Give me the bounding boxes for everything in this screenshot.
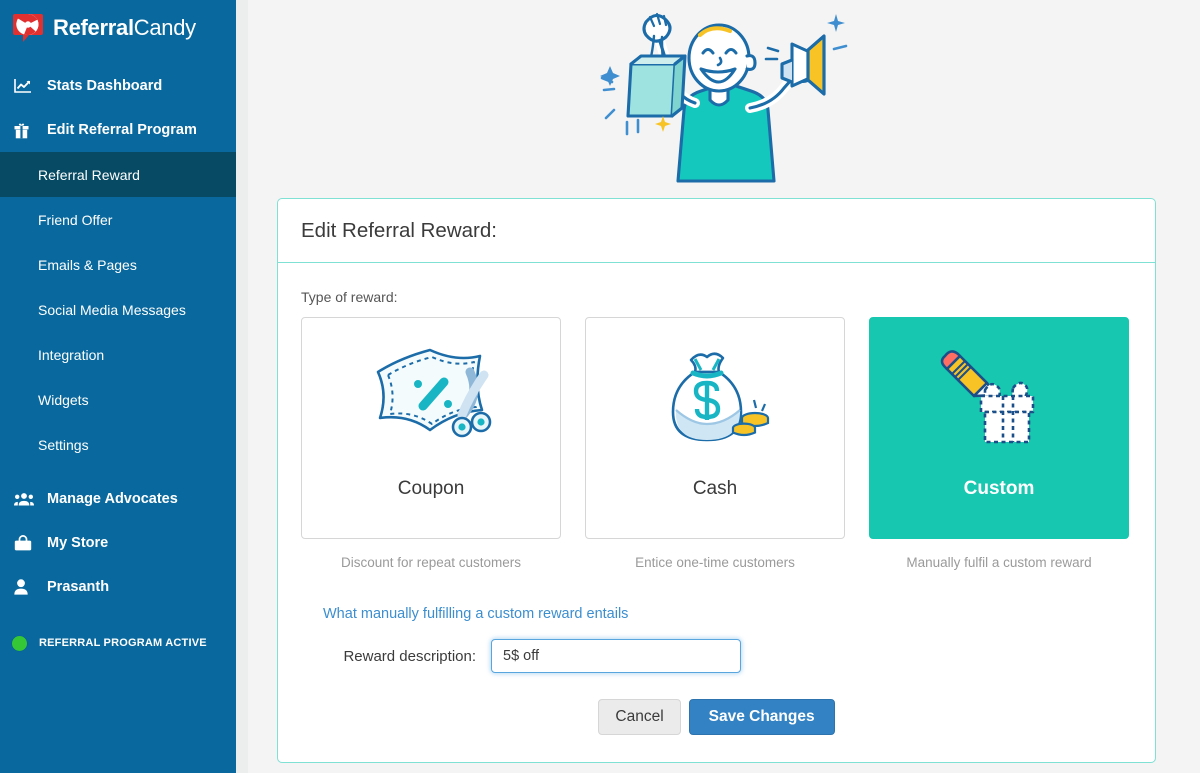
sidebar-subitem-label: Social Media Messages <box>38 301 186 318</box>
candy-pinwheel-speech-bubble-icon <box>13 11 47 45</box>
cancel-button[interactable]: Cancel <box>598 699 681 735</box>
reward-option-custom[interactable]: Custom <box>869 317 1129 539</box>
user-icon <box>14 578 38 596</box>
sidebar-subitem-label: Referral Reward <box>38 166 140 183</box>
status-dot-icon <box>12 635 27 651</box>
sidebar-item-settings[interactable]: Settings <box>0 422 236 467</box>
brand-name-light: Candy <box>133 15 196 40</box>
coupon-scissors-icon <box>366 318 496 478</box>
sidebar-item-label: Manage Advocates <box>47 491 178 507</box>
app-root: ReferralCandy Stats Dashboard Edit Refer… <box>0 0 1200 773</box>
sidebar-subitem-label: Emails & Pages <box>38 256 137 273</box>
gift-icon <box>14 121 38 139</box>
sidebar-item-emails-pages[interactable]: Emails & Pages <box>0 242 236 287</box>
reward-option-caption: Manually fulfil a custom reward <box>906 555 1092 570</box>
reward-option-coupon[interactable]: Coupon <box>301 317 561 539</box>
reward-option-name: Cash <box>692 478 738 499</box>
sidebar-subitem-label: Settings <box>38 436 89 453</box>
sidebar-item-label: Edit Referral Program <box>47 122 197 138</box>
sidebar-item-my-store[interactable]: My Store <box>0 521 236 565</box>
reward-option-custom-column: Custom Manually fulfil a custom reward <box>869 317 1129 570</box>
main-content: Edit Referral Reward: Type of reward: Co… <box>248 0 1200 773</box>
brand-logo[interactable]: ReferralCandy <box>0 0 236 56</box>
sidebar-item-referral-reward[interactable]: Referral Reward <box>0 152 236 197</box>
save-changes-button[interactable]: Save Changes <box>688 699 835 735</box>
sidebar-item-integration[interactable]: Integration <box>0 332 236 377</box>
reward-option-cash[interactable]: Cash <box>585 317 845 539</box>
reward-option-caption: Discount for repeat customers <box>340 555 522 570</box>
money-bag-coins-icon <box>655 318 775 478</box>
status-badge: REFERRAL PROGRAM ACTIVE <box>0 623 236 663</box>
brand-name: ReferralCandy <box>53 15 196 41</box>
page-title: Edit Referral Reward: <box>301 218 497 242</box>
store-bag-icon <box>14 534 38 552</box>
reward-option-name: Coupon <box>397 478 465 499</box>
sidebar-subitem-label: Widgets <box>38 391 89 408</box>
brand-name-bold: Referral <box>53 15 134 40</box>
reward-description-label: Reward description: <box>343 647 476 665</box>
panel-body: Type of reward: Coupon Discount for repe… <box>278 263 1155 735</box>
pencil-gift-box-icon <box>939 318 1059 478</box>
users-group-icon <box>14 490 38 508</box>
reward-option-coupon-column: Coupon Discount for repeat customers <box>301 317 561 570</box>
man-holding-shopping-bag-and-megaphone-illustration <box>574 6 874 184</box>
sidebar-item-social-media-messages[interactable]: Social Media Messages <box>0 287 236 332</box>
sidebar-item-label: Stats Dashboard <box>47 78 163 94</box>
hero-illustration-area <box>248 0 1200 190</box>
sidebar-item-widgets[interactable]: Widgets <box>0 377 236 422</box>
reward-description-input[interactable] <box>491 639 741 673</box>
status-badge-label: REFERRAL PROGRAM ACTIVE <box>39 637 207 649</box>
edit-referral-reward-panel: Edit Referral Reward: Type of reward: Co… <box>277 198 1156 763</box>
sidebar-scrollbar[interactable] <box>236 0 248 773</box>
reward-option-name: Custom <box>963 478 1035 499</box>
sidebar-item-manage-advocates[interactable]: Manage Advocates <box>0 477 236 521</box>
reward-description-row: Reward description: <box>301 639 1132 673</box>
sidebar: ReferralCandy Stats Dashboard Edit Refer… <box>0 0 236 773</box>
form-actions: Cancel Save Changes <box>301 699 1132 735</box>
sidebar-item-label: My Store <box>47 535 109 551</box>
sidebar-nav: Stats Dashboard Edit Referral Program Re… <box>0 64 236 663</box>
custom-reward-help-link[interactable]: What manually fulfilling a custom reward… <box>323 606 628 622</box>
panel-header: Edit Referral Reward: <box>278 199 1155 263</box>
sidebar-subitem-label: Integration <box>38 346 105 363</box>
sidebar-subitem-label: Friend Offer <box>38 211 113 228</box>
sidebar-item-friend-offer[interactable]: Friend Offer <box>0 197 236 242</box>
reward-option-cash-column: Cash Entice one-time customers <box>585 317 845 570</box>
reward-type-options: Coupon Discount for repeat customers Cas… <box>301 317 1132 570</box>
type-of-reward-label: Type of reward: <box>301 289 398 305</box>
sidebar-item-stats-dashboard[interactable]: Stats Dashboard <box>0 64 236 108</box>
sidebar-item-user-profile[interactable]: Prasanth <box>0 565 236 609</box>
sidebar-item-edit-referral-program[interactable]: Edit Referral Program <box>0 108 236 152</box>
chart-line-icon <box>14 77 38 95</box>
reward-option-caption: Entice one-time customers <box>635 555 795 570</box>
sidebar-item-label: Prasanth <box>47 579 110 595</box>
